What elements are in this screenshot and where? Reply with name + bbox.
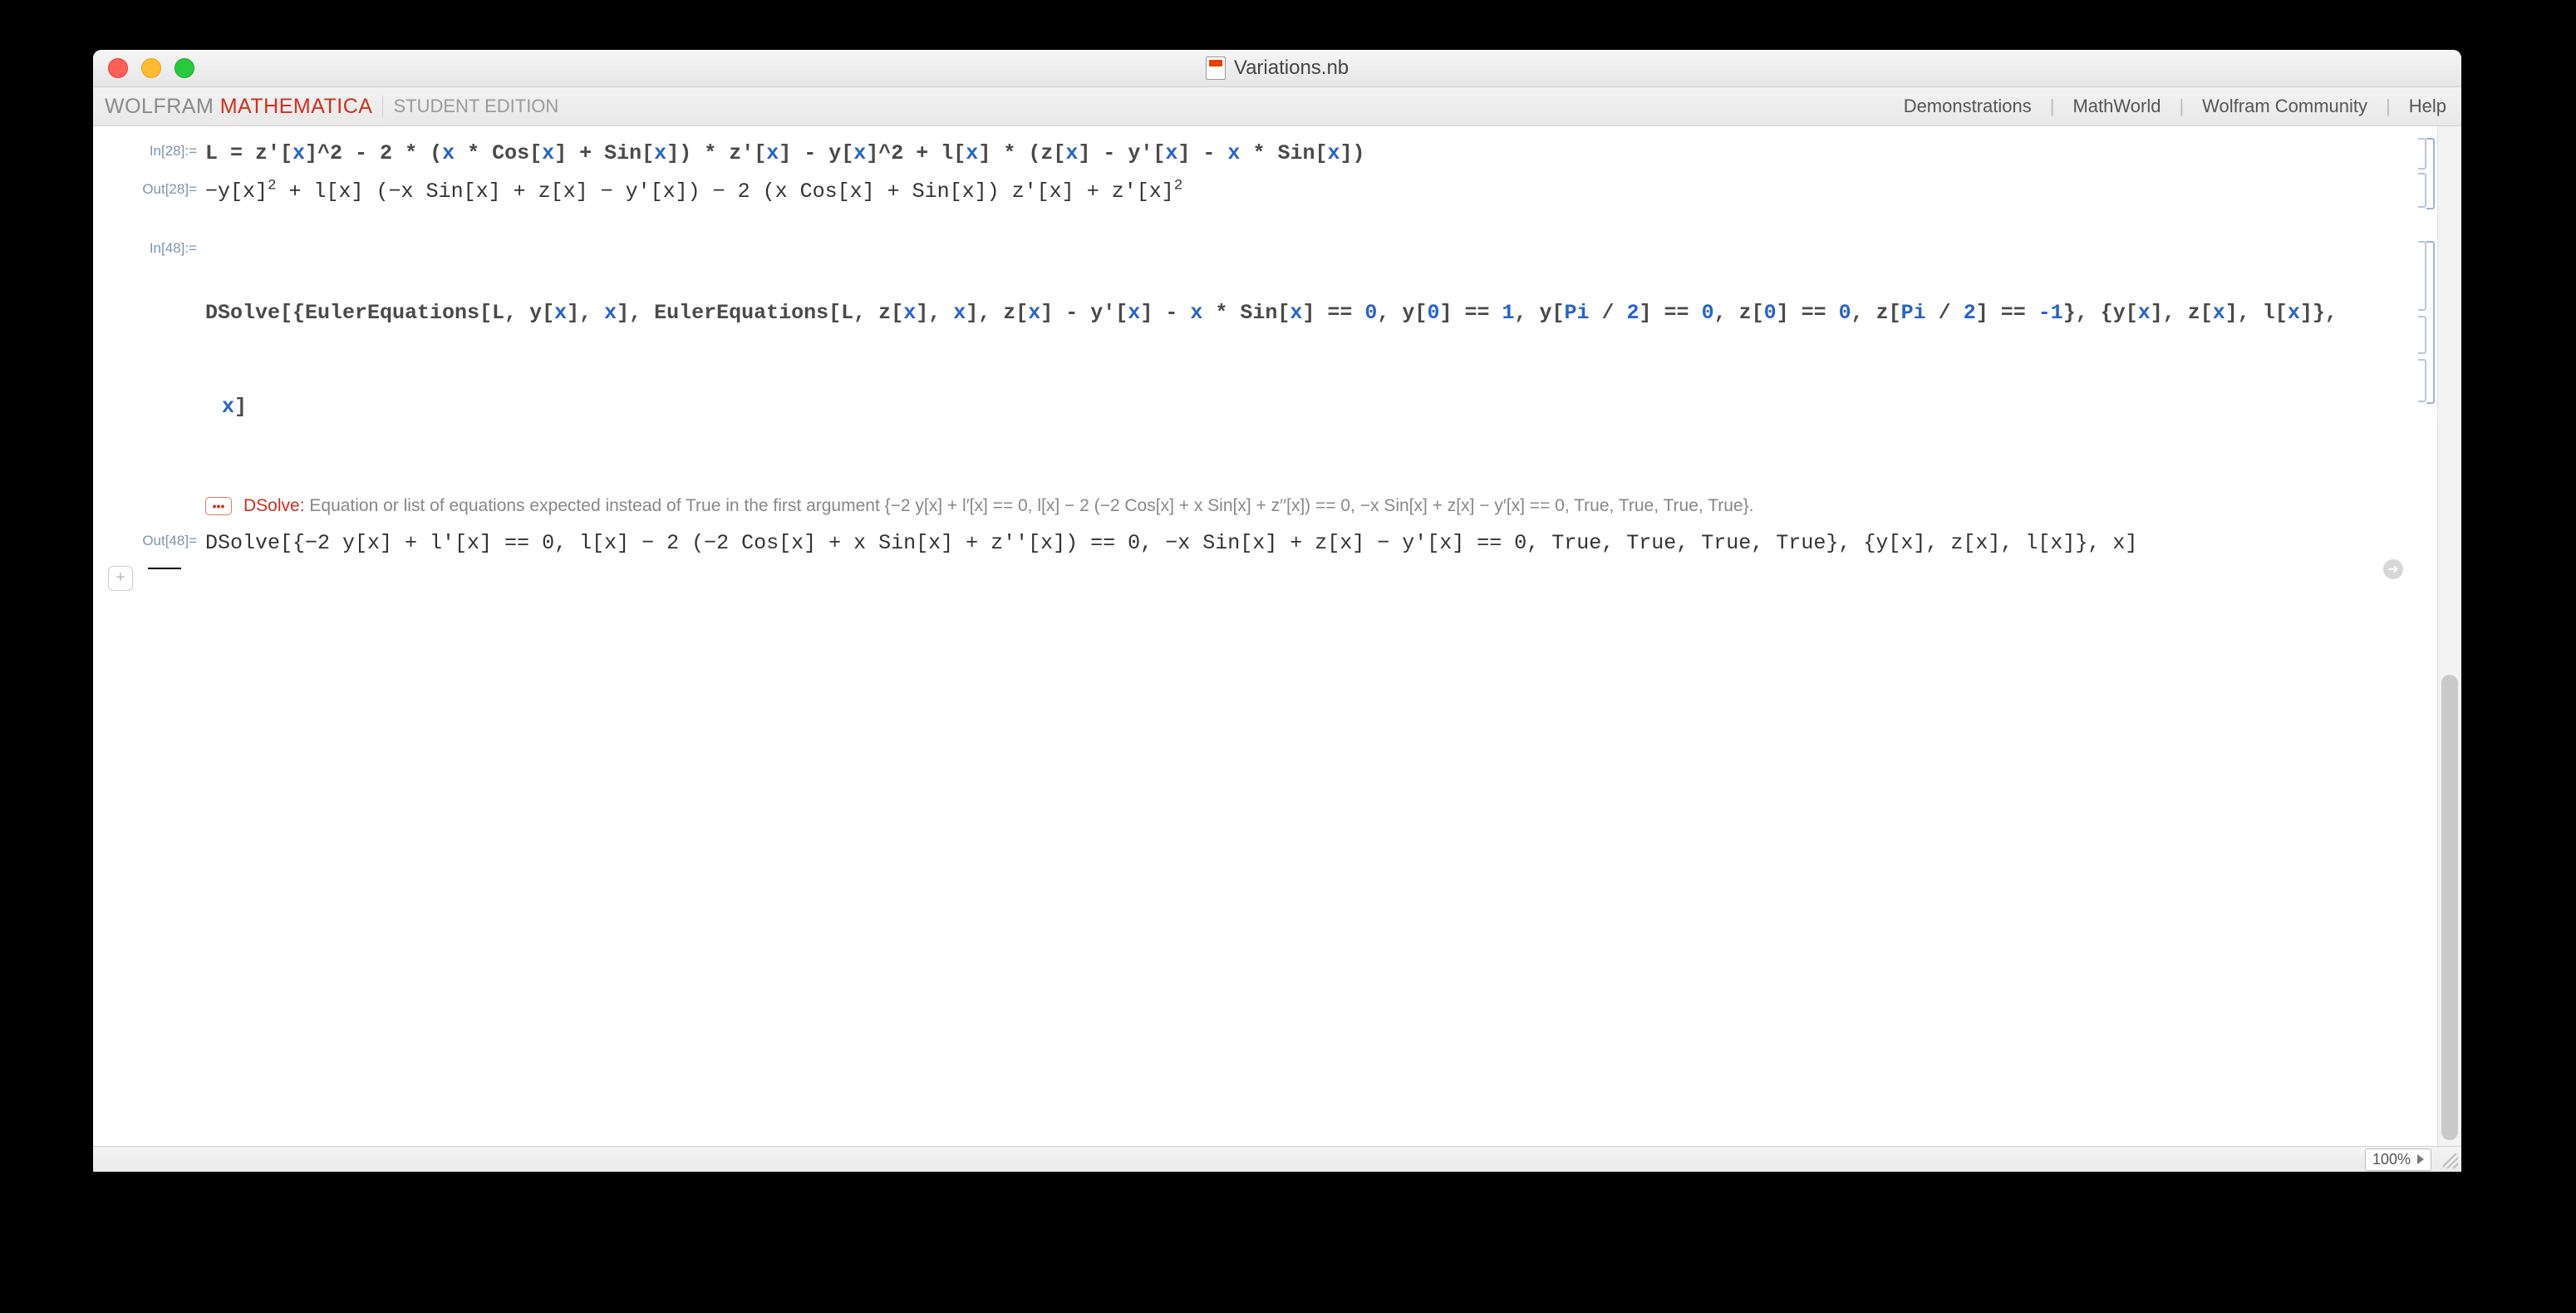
message-colon: : bbox=[300, 496, 305, 515]
titlebar: Variations.nb bbox=[93, 50, 2461, 87]
close-window-button[interactable] bbox=[108, 58, 128, 78]
app-window: Variations.nb WOLFRAM MATHEMATICA STUDEN… bbox=[93, 50, 2461, 1172]
new-cell-button[interactable]: + bbox=[108, 566, 133, 591]
scrollbar-thumb[interactable] bbox=[2441, 675, 2458, 1140]
message-head: DSolve bbox=[243, 496, 300, 515]
message-body: Equation or list of equations expected i… bbox=[309, 496, 1753, 515]
link-help[interactable]: Help bbox=[2406, 96, 2450, 117]
link-demonstrations[interactable]: Demonstrations bbox=[1900, 96, 2035, 117]
cell-label-out28: Out[28]= bbox=[118, 176, 205, 198]
message-ellipsis-icon[interactable]: ••• bbox=[205, 497, 232, 515]
notebook-file-icon bbox=[1206, 57, 1226, 80]
cell-out48: Out[48]= DSolve[{−2 y[x] + l′[x] == 0, l… bbox=[93, 524, 2436, 563]
toolbar-links: Demonstrations | MathWorld | Wolfram Com… bbox=[1900, 96, 2450, 117]
cell-label-in48: In[48]:= bbox=[118, 235, 205, 257]
toolbar-divider: | bbox=[2371, 96, 2406, 117]
cell-label-out48: Out[48]= bbox=[118, 528, 205, 549]
edition-label: STUDENT EDITION bbox=[393, 96, 558, 117]
resize-grip-icon[interactable] bbox=[2443, 1153, 2458, 1168]
cell-in28: In[28]:= L = z'[x]^2 - 2 * (x * Cos[x] +… bbox=[93, 135, 2436, 173]
toolbar-divider: | bbox=[2164, 96, 2199, 117]
window-controls bbox=[108, 58, 194, 78]
notebook-area[interactable]: In[28]:= L = z'[x]^2 - 2 * (x * Cos[x] +… bbox=[93, 126, 2461, 1146]
link-mathworld[interactable]: MathWorld bbox=[2069, 96, 2164, 117]
window-title: Variations.nb bbox=[93, 57, 2461, 80]
window-title-text: Variations.nb bbox=[1234, 57, 1349, 80]
zoom-window-button[interactable] bbox=[175, 58, 194, 78]
output-expression-48[interactable]: DSolve[{−2 y[x] + l′[x] == 0, l[x] − 2 (… bbox=[205, 528, 2179, 559]
insertion-cursor bbox=[148, 568, 181, 569]
minimize-window-button[interactable] bbox=[141, 58, 161, 78]
dropdown-arrow-icon bbox=[2417, 1154, 2424, 1164]
toolbar-separator bbox=[382, 96, 383, 117]
brand-mathematica: MATHEMATICA bbox=[220, 95, 373, 118]
cell-message-48: ••• DSolve: Equation or list of equation… bbox=[93, 488, 2436, 524]
vertical-scrollbar[interactable] bbox=[2437, 126, 2461, 1146]
cell-in48: In[48]:= DSolve[{EulerEquations[L, y[x],… bbox=[93, 232, 2436, 488]
cell-out28: Out[28]= −y[x]2 + l[x] (−x Sin[x] + z[x]… bbox=[93, 173, 2436, 211]
brand: WOLFRAM MATHEMATICA bbox=[105, 95, 372, 119]
output-expression-28[interactable]: −y[x]2 + l[x] (−x Sin[x] + z[x] − y′[x])… bbox=[205, 176, 1224, 208]
input-expression-48[interactable]: DSolve[{EulerEquations[L, y[x], x], Eule… bbox=[205, 235, 2379, 484]
toolbar: WOLFRAM MATHEMATICA STUDENT EDITION Demo… bbox=[93, 87, 2461, 126]
cell-label-in28: In[28]:= bbox=[118, 138, 205, 160]
brand-wolfram: WOLFRAM bbox=[105, 95, 214, 118]
link-wolfram-community[interactable]: Wolfram Community bbox=[2199, 96, 2371, 117]
toolbar-divider: | bbox=[2035, 96, 2070, 117]
zoom-value: 100% bbox=[2372, 1151, 2411, 1168]
notebook-content[interactable]: In[28]:= L = z'[x]^2 - 2 * (x * Cos[x] +… bbox=[93, 126, 2436, 1146]
zoom-selector[interactable]: 100% bbox=[2365, 1148, 2431, 1171]
status-bar: 100% bbox=[93, 1146, 2461, 1172]
input-expression-28[interactable]: L = z'[x]^2 - 2 * (x * Cos[x] + Sin[x]) … bbox=[205, 138, 1407, 170]
